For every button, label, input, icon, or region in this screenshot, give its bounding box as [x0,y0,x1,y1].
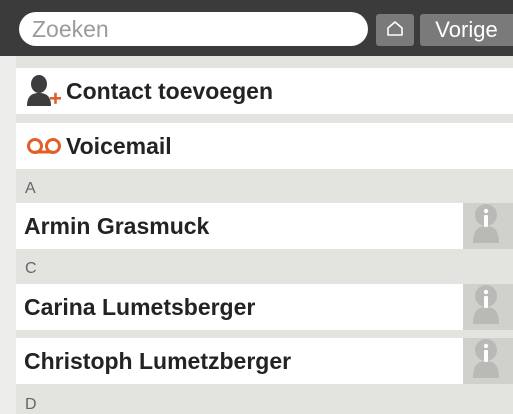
contact-info-button[interactable] [463,338,513,384]
section-letter: A [25,180,36,197]
section-header-d: D [16,392,513,414]
add-contact-label: Contact toevoegen [66,77,274,104]
voicemail-row[interactable]: Voicemail [16,123,513,169]
info-icon [471,203,501,249]
search-input[interactable]: Zoeken [19,12,368,46]
info-icon [471,338,501,384]
top-bar: Zoeken Vorige [0,0,513,56]
search-placeholder: Zoeken [32,15,109,42]
section-header-a: A [16,176,513,202]
add-contact-icon [16,74,62,108]
back-button-label: Vorige [435,17,498,42]
back-button[interactable]: Vorige [420,14,513,46]
contact-name: Christoph Lumetzberger [24,347,292,374]
section-header-c: C [16,256,513,282]
section-letter: D [25,396,37,413]
contact-name: Armin Grasmuck [24,212,210,239]
home-button[interactable] [376,14,414,46]
info-icon [471,284,501,330]
contact-row[interactable]: Carina Lumetsberger [16,284,513,330]
voicemail-icon [16,136,62,156]
contact-info-button[interactable] [463,203,513,249]
home-icon [386,20,404,41]
contact-name: Carina Lumetsberger [24,293,256,320]
list-gutter [0,56,16,414]
add-contact-row[interactable]: Contact toevoegen [16,68,513,114]
voicemail-label: Voicemail [66,132,172,159]
contact-row[interactable]: Armin Grasmuck [16,203,513,249]
section-letter: C [25,260,37,277]
contact-row[interactable]: Christoph Lumetzberger [16,338,513,384]
contact-info-button[interactable] [463,284,513,330]
